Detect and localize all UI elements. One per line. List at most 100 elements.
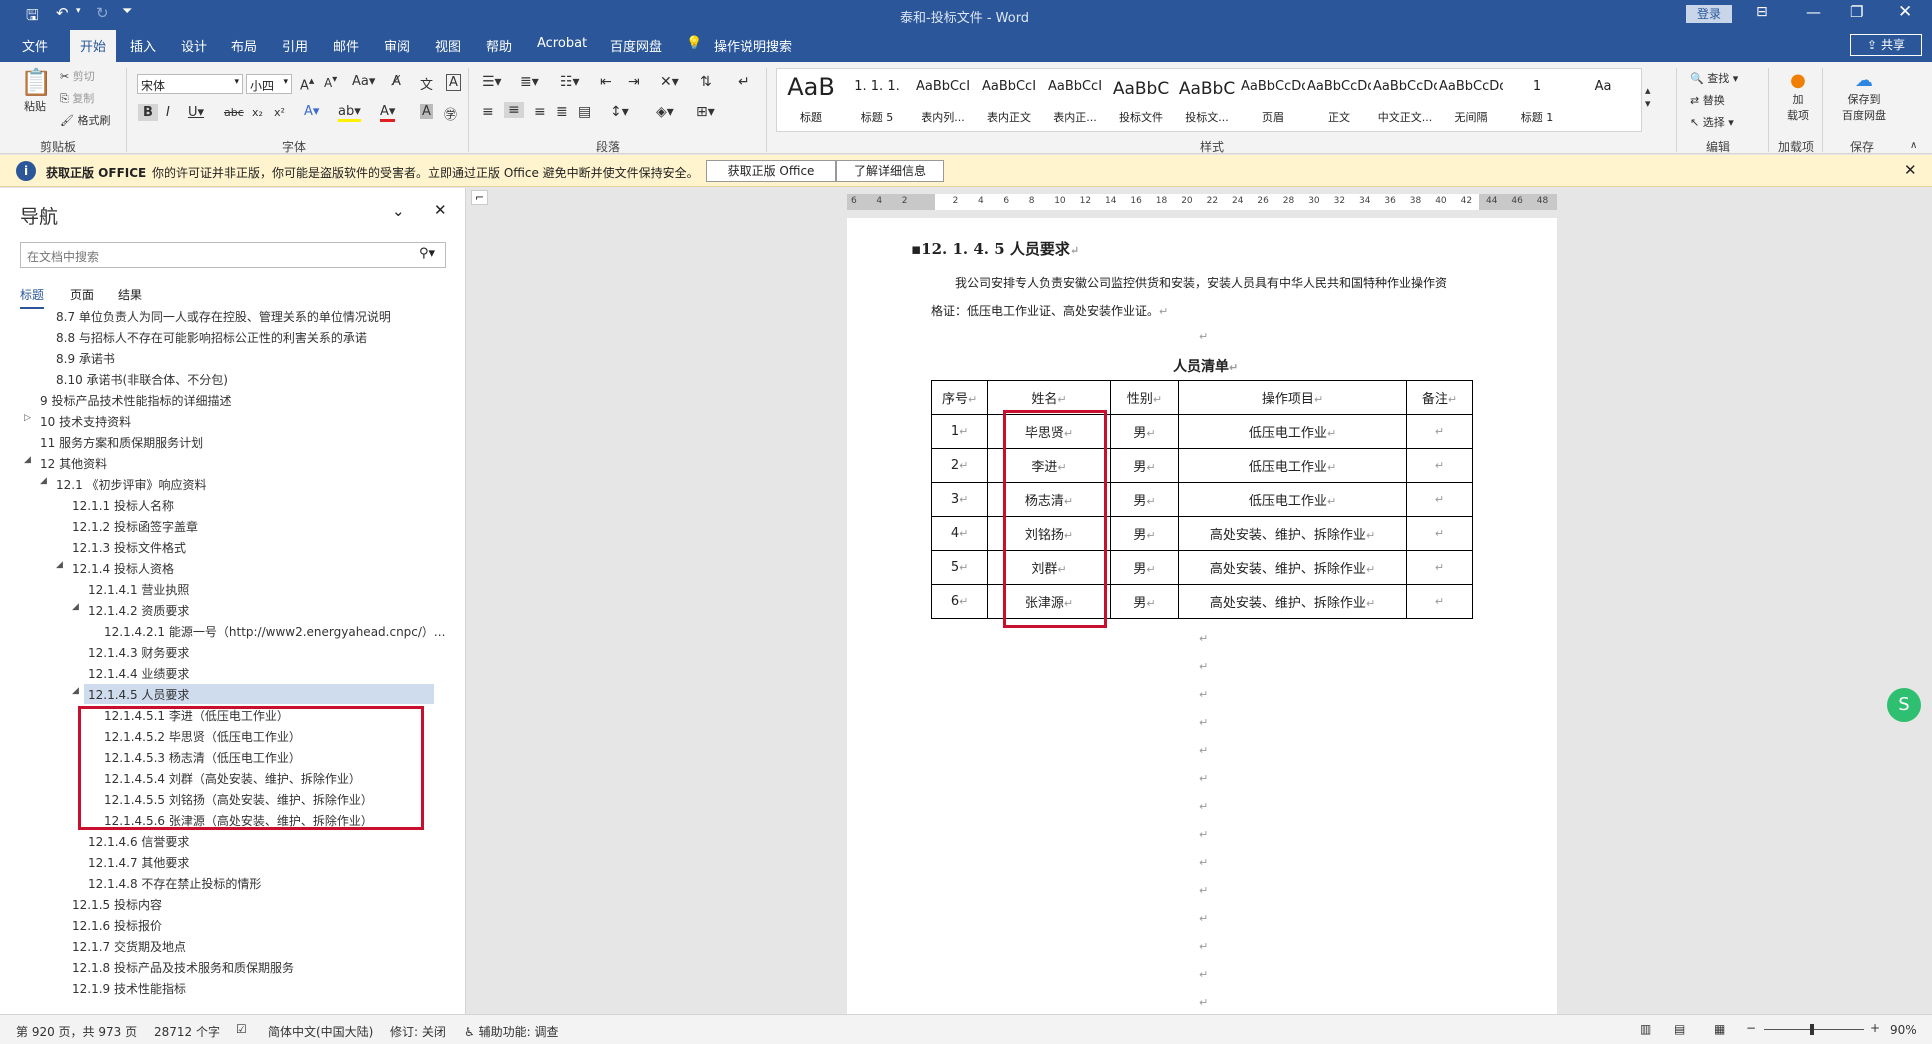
align-center-icon[interactable]: ≡: [504, 102, 524, 118]
nav-heading-item[interactable]: 12.1.4.1 营业执照: [88, 581, 189, 598]
table-cell[interactable]: ↵: [1405, 584, 1474, 619]
nav-heading-item[interactable]: 11 服务方案和质保期服务计划: [40, 434, 203, 451]
table-cell[interactable]: ↵: [1405, 550, 1474, 585]
zoom-out-icon[interactable]: −: [1746, 1021, 1756, 1035]
tab-insert[interactable]: 插入: [130, 36, 156, 55]
nav-tab-headings[interactable]: 标题: [20, 286, 45, 309]
nav-heading-item[interactable]: 12.1.4 投标人资格: [72, 560, 174, 577]
font-name-select[interactable]: 宋体 ▾: [137, 74, 243, 94]
nav-heading-item[interactable]: 12.1.4.2 资质要求: [88, 602, 189, 619]
table-cell[interactable]: 男↵: [1109, 414, 1180, 449]
text-effects-icon[interactable]: A▾: [304, 104, 319, 119]
addins-button[interactable]: ● 加 载项: [1782, 70, 1814, 123]
nav-heading-item[interactable]: 12.1.1 投标人名称: [72, 497, 174, 514]
table-cell[interactable]: 5↵: [930, 550, 989, 585]
align-right-icon[interactable]: ≡: [534, 104, 546, 120]
replace-button[interactable]: ⇄ 替换: [1690, 92, 1725, 108]
zoom-in-icon[interactable]: +: [1870, 1021, 1880, 1035]
nav-heading-item[interactable]: 12.1.4.7 其他要求: [88, 854, 189, 871]
font-color-icon[interactable]: A▾: [380, 104, 396, 122]
track-changes-status[interactable]: 修订: 关闭: [390, 1023, 446, 1040]
table-cell[interactable]: 4↵: [930, 516, 989, 551]
underline-icon[interactable]: U▾: [188, 105, 204, 120]
table-header-cell[interactable]: 备注↵: [1405, 380, 1474, 415]
char-border-icon[interactable]: A: [446, 74, 461, 91]
table-cell[interactable]: 1↵: [930, 414, 989, 449]
chevron-down-icon[interactable]: ▾: [76, 6, 81, 16]
style-item[interactable]: AaB 标题: [779, 71, 843, 129]
nav-heading-item[interactable]: 12.1.4.4 业绩要求: [88, 665, 189, 682]
table-cell[interactable]: 低压电工作业↵: [1178, 448, 1407, 483]
superscript-icon[interactable]: x²: [274, 106, 285, 119]
expand-toggle-icon[interactable]: ◢: [56, 560, 63, 570]
close-icon[interactable]: ✕: [434, 201, 447, 219]
nav-heading-item[interactable]: 12.1.4.8 不存在禁止投标的情形: [88, 875, 261, 892]
style-item[interactable]: 1. 1. 1. 标题 5: [845, 71, 909, 129]
tab-baidu[interactable]: 百度网盘: [610, 36, 662, 55]
get-genuine-button[interactable]: 获取正版 Office: [706, 160, 836, 182]
table-cell[interactable]: 2↵: [930, 448, 989, 483]
nav-heading-item[interactable]: 8.8 与招标人不存在可能影响招标公正性的利害关系的承诺: [56, 329, 367, 346]
tab-layout[interactable]: 布局: [231, 36, 257, 55]
shading-icon[interactable]: ◈▾: [656, 104, 674, 120]
tab-home[interactable]: 开始: [70, 30, 117, 62]
subscript-icon[interactable]: x₂: [252, 106, 263, 119]
nav-heading-item[interactable]: 10 技术支持资料: [40, 413, 131, 430]
zoom-level[interactable]: 90%: [1890, 1023, 1917, 1037]
font-size-select[interactable]: 小四 ▾: [246, 74, 292, 94]
nav-search-input[interactable]: 在文档中搜索 ⚲▾: [20, 242, 446, 268]
select-button[interactable]: ↖ 选择 ▾: [1690, 114, 1734, 130]
nav-heading-item[interactable]: 8.9 承诺书: [56, 350, 115, 367]
gallery-more-icon[interactable]: ▴ ▾: [1645, 84, 1651, 110]
style-item[interactable]: AaBbCcI 表内正...: [1043, 71, 1107, 129]
chinese-layout-icon[interactable]: ✕▾: [660, 74, 679, 90]
sort-icon[interactable]: ⇅: [700, 74, 712, 90]
style-item[interactable]: 1 标题 1: [1505, 71, 1569, 129]
increase-indent-icon[interactable]: ⇥: [628, 74, 640, 90]
search-icon[interactable]: ⚲▾: [419, 246, 435, 261]
table-cell[interactable]: 男↵: [1109, 550, 1180, 585]
redo-icon[interactable]: ↻: [96, 4, 109, 22]
chevron-down-icon[interactable]: ⌄: [392, 202, 405, 220]
accessibility-status[interactable]: ♿ 辅助功能: 调查: [464, 1023, 558, 1040]
table-cell[interactable]: ↵: [1405, 482, 1474, 517]
nav-heading-item[interactable]: 12.1 《初步评审》响应资料: [56, 476, 207, 493]
table-cell[interactable]: 高处安装、维护、拆除作业↵: [1178, 584, 1407, 619]
learn-more-button[interactable]: 了解详细信息: [836, 160, 944, 182]
nav-heading-item[interactable]: 12.1.4.2.1 能源一号（http://www2.energyahead.…: [104, 623, 445, 640]
highlight-icon[interactable]: ab▾: [338, 104, 361, 122]
nav-tab-results[interactable]: 结果: [118, 286, 142, 303]
line-spacing-icon[interactable]: ↕▾: [610, 104, 629, 120]
table-header-cell[interactable]: 操作项目↵: [1178, 380, 1407, 415]
tab-mailings[interactable]: 邮件: [333, 36, 359, 55]
bullets-icon[interactable]: ☰▾: [482, 74, 502, 90]
ribbon-display-icon[interactable]: ⊟: [1756, 4, 1768, 20]
page-count[interactable]: 第 920 页，共 973 页: [16, 1023, 137, 1040]
tab-references[interactable]: 引用: [282, 36, 308, 55]
change-case-icon[interactable]: Aa▾: [352, 74, 375, 89]
nav-heading-item[interactable]: 8.10 承诺书(非联合体、不分包): [56, 371, 228, 388]
enclose-char-icon[interactable]: ㊫: [444, 104, 457, 123]
style-item[interactable]: AaBbCcDd 中文正文...: [1373, 71, 1437, 129]
nav-heading-item[interactable]: 12 其他资料: [40, 455, 107, 472]
assistant-floating-icon[interactable]: S: [1887, 688, 1921, 722]
table-cell[interactable]: 男↵: [1109, 516, 1180, 551]
style-item[interactable]: AaBbC 投标文件: [1109, 71, 1173, 129]
close-icon[interactable]: ✕: [1898, 2, 1912, 22]
phonetic-guide-icon[interactable]: 文: [420, 74, 433, 93]
style-item[interactable]: AaBbCcDdEe 页眉: [1241, 71, 1305, 129]
nav-heading-item[interactable]: 12.1.2 投标函签字盖章: [72, 518, 198, 535]
tab-review[interactable]: 审阅: [384, 36, 410, 55]
cut-button[interactable]: ✂ 剪切: [60, 68, 95, 84]
bold-icon[interactable]: B: [138, 104, 158, 121]
customize-qat-icon[interactable]: ⏷: [122, 4, 132, 19]
web-layout-icon[interactable]: ▦: [1714, 1022, 1725, 1036]
tab-help[interactable]: 帮助: [486, 36, 512, 55]
nav-heading-item[interactable]: 12.1.8 投标产品及技术服务和质保期服务: [72, 959, 294, 976]
style-item[interactable]: AaBbCcDd 正文: [1307, 71, 1371, 129]
restore-icon[interactable]: ❐: [1850, 3, 1863, 21]
word-count[interactable]: 28712 个字: [154, 1023, 220, 1040]
table-cell[interactable]: ↵: [1405, 448, 1474, 483]
distributed-icon[interactable]: ▤: [578, 104, 591, 120]
table-cell[interactable]: 低压电工作业↵: [1178, 482, 1407, 517]
